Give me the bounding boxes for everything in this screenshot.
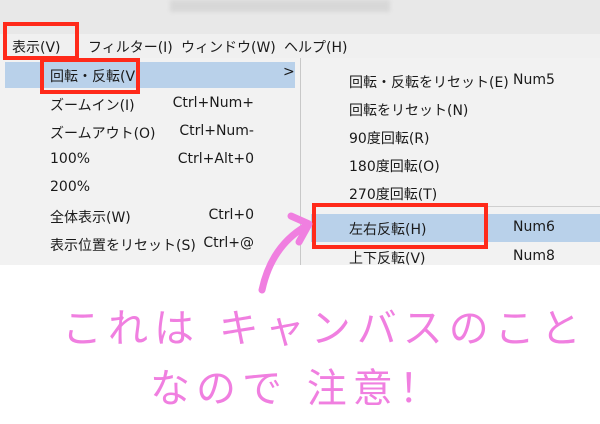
annotation-text-line2: なので 注意！ — [150, 366, 445, 412]
annotation-text-line1: これは キャンバスのこと — [62, 306, 587, 352]
